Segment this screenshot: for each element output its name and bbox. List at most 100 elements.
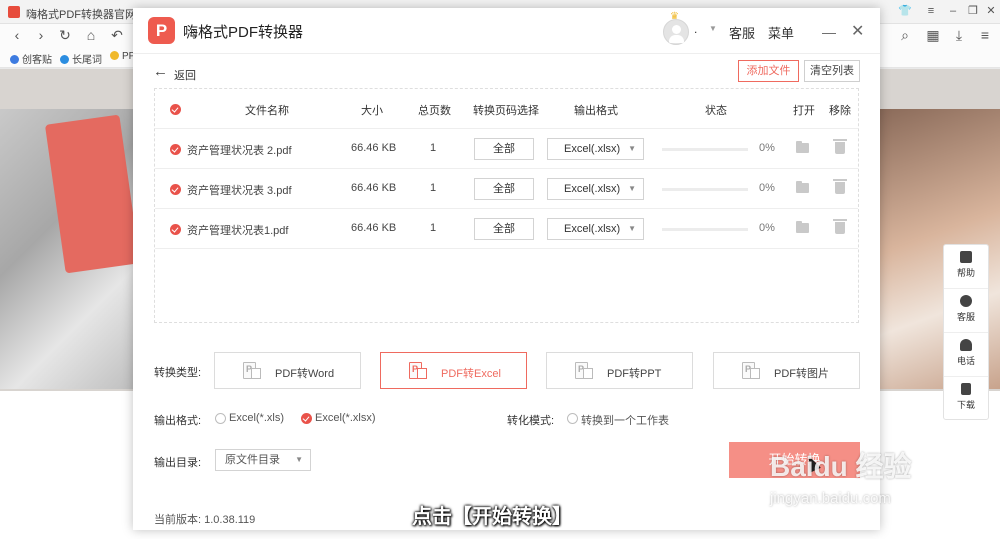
format-select[interactable]: Excel(.xlsx) ▼ xyxy=(547,218,644,240)
shirt-icon[interactable]: 👕 xyxy=(898,4,912,18)
format-select[interactable]: Excel(.xlsx) ▼ xyxy=(547,178,644,200)
row-checkbox[interactable] xyxy=(170,144,181,155)
minimize-icon[interactable]: – xyxy=(946,4,960,18)
file-table: 文件名称 大小 总页数 转换页码选择 输出格式 状态 打开 移除 资产管理状况表… xyxy=(154,88,859,323)
download-icon[interactable]: ⤓ xyxy=(950,26,968,44)
phone-icon xyxy=(960,339,972,351)
close-icon[interactable]: ✕ xyxy=(851,21,864,41)
search-icon[interactable]: ⌕ xyxy=(896,26,914,44)
restore-icon[interactable]: ❐ xyxy=(966,4,980,18)
side-tool-download[interactable]: 下载 xyxy=(944,377,988,421)
bookmark-icon xyxy=(110,51,119,60)
header-status: 状态 xyxy=(705,105,727,117)
conversion-type-label: 转换类型: xyxy=(154,367,202,379)
app-window: P 嗨格式PDF转换器 ♛ . ▼ 客服 菜单 — ✕ ← 返回 添加文件 清空… xyxy=(133,8,880,530)
file-name: 资产管理状况表1.pdf xyxy=(187,225,289,237)
page-count: 1 xyxy=(430,222,437,234)
header-format: 输出格式 xyxy=(574,105,618,117)
output-dir-select[interactable]: 原文件目录 ▼ xyxy=(215,449,311,471)
page-range-button[interactable]: 全部 xyxy=(474,218,534,240)
add-files-button[interactable]: 添加文件 xyxy=(738,60,799,82)
type-pdf-to-excel[interactable]: PDF转Excel xyxy=(380,352,527,389)
close-icon[interactable]: ✕ xyxy=(984,4,998,18)
home-icon[interactable]: ⌂ xyxy=(82,26,100,44)
file-name: 资产管理状况表 2.pdf xyxy=(187,145,292,157)
radio-xlsx[interactable] xyxy=(301,413,312,424)
chevron-down-icon: ▼ xyxy=(628,184,636,193)
type-pdf-to-word[interactable]: PDF转Word xyxy=(214,352,361,389)
table-row: 资产管理状况表 3.pdf 66.46 KB 1 全部 Excel(.xlsx)… xyxy=(155,169,858,209)
chevron-down-icon: ▼ xyxy=(628,224,636,233)
output-format-label: 输出格式: xyxy=(154,415,202,427)
trash-icon[interactable] xyxy=(833,219,847,234)
ppt-icon xyxy=(583,368,593,379)
back-icon[interactable]: ‹ xyxy=(8,26,26,44)
undo-icon[interactable]: ↶ xyxy=(108,26,126,44)
type-pdf-to-ppt[interactable]: PDF转PPT xyxy=(546,352,693,389)
status-percent: 0% xyxy=(759,182,775,194)
bookmark-icon xyxy=(60,55,69,64)
bookmark-item[interactable]: 长尾词 xyxy=(60,51,102,66)
trash-icon[interactable] xyxy=(833,179,847,194)
output-dir-label: 输出目录: xyxy=(154,457,202,469)
select-all-checkbox[interactable] xyxy=(170,104,181,115)
side-toolbar: 帮助 客服 电话 下载 xyxy=(943,244,989,420)
side-tool-service[interactable]: 客服 xyxy=(944,289,988,333)
app-header: P 嗨格式PDF转换器 ♛ . ▼ 客服 菜单 — ✕ xyxy=(133,8,880,54)
avatar[interactable] xyxy=(663,19,689,45)
apps-icon[interactable]: ▦ xyxy=(924,26,942,44)
row-checkbox[interactable] xyxy=(170,224,181,235)
back-label: 返回 xyxy=(174,70,196,82)
row-checkbox[interactable] xyxy=(170,184,181,195)
version-text: 当前版本: 1.0.38.119 xyxy=(154,514,256,526)
main-menu-link[interactable]: 菜单 xyxy=(768,23,794,42)
more-icon[interactable]: ≡ xyxy=(976,26,994,44)
radio-xls[interactable] xyxy=(215,413,226,424)
app-logo-icon: P xyxy=(148,17,175,44)
chevron-down-icon: ▼ xyxy=(628,144,636,153)
refresh-icon[interactable]: ↻ xyxy=(56,26,74,44)
video-caption: 点击【开始转换】 xyxy=(412,506,572,528)
type-pdf-to-image[interactable]: PDF转图片 xyxy=(713,352,860,389)
watermark-url: jingyan.baidu.com xyxy=(770,490,891,507)
format-select[interactable]: Excel(.xlsx) ▼ xyxy=(547,138,644,160)
folder-icon[interactable] xyxy=(796,221,809,233)
trash-icon[interactable] xyxy=(833,139,847,154)
header-file-name: 文件名称 xyxy=(245,105,289,117)
status-percent: 0% xyxy=(759,142,775,154)
chevron-down-icon: ▼ xyxy=(295,455,303,464)
header-pages: 总页数 xyxy=(418,105,451,117)
bookmark-item[interactable]: 创客贴 xyxy=(10,51,52,66)
word-icon xyxy=(251,368,261,379)
clear-list-button[interactable]: 清空列表 xyxy=(804,60,860,82)
page-range-button[interactable]: 全部 xyxy=(474,138,534,160)
app-title: 嗨格式PDF转换器 xyxy=(183,24,304,41)
book-icon xyxy=(960,251,972,263)
radio-single-sheet[interactable] xyxy=(567,413,578,424)
page-count: 1 xyxy=(430,142,437,154)
bookmark-item[interactable]: PP xyxy=(110,51,135,62)
file-size: 66.46 KB xyxy=(351,182,397,194)
forward-icon[interactable]: › xyxy=(32,26,50,44)
favicon-icon xyxy=(8,6,20,18)
folder-icon[interactable] xyxy=(796,141,809,153)
browser-tab-title[interactable]: 嗨格式PDF转换器官网-提供 xyxy=(26,6,136,22)
chevron-down-icon[interactable]: ▼ xyxy=(709,24,717,33)
radio-xls-label[interactable]: Excel(*.xls) xyxy=(229,412,284,424)
bookmark-icon xyxy=(10,55,19,64)
minimize-icon[interactable]: — xyxy=(822,24,836,40)
file-size: 66.46 KB xyxy=(351,142,397,154)
radio-xlsx-label[interactable]: Excel(*.xlsx) xyxy=(315,412,376,424)
radio-single-sheet-label[interactable]: 转换到一个工作表 xyxy=(581,412,669,428)
conversion-mode-label: 转化模式: xyxy=(507,415,555,427)
table-header: 文件名称 大小 总页数 转换页码选择 输出格式 状态 打开 移除 xyxy=(155,89,858,129)
customer-service-link[interactable]: 客服 xyxy=(729,23,755,42)
side-tool-phone[interactable]: 电话 xyxy=(944,333,988,377)
folder-icon[interactable] xyxy=(796,181,809,193)
side-tool-help[interactable]: 帮助 xyxy=(944,245,988,289)
image-icon xyxy=(750,368,760,379)
page-range-button[interactable]: 全部 xyxy=(474,178,534,200)
username[interactable]: . xyxy=(694,22,697,36)
menu-icon[interactable]: ≡ xyxy=(924,4,938,18)
header-remove: 移除 xyxy=(829,105,851,117)
